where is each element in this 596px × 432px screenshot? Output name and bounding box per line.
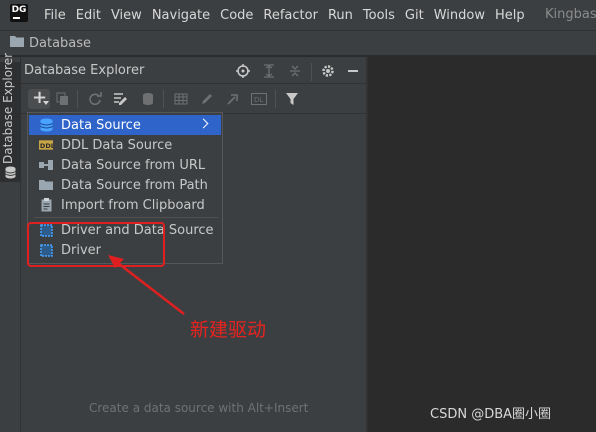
menu-item-data-source-from-path[interactable]: Data Source from Path <box>29 175 221 195</box>
main-menu: File Edit View Navigate Code Refactor Ru… <box>44 0 535 30</box>
gear-icon[interactable] <box>320 63 336 79</box>
data-source-icon <box>39 118 53 132</box>
toolbar-separator <box>311 63 312 81</box>
chevron-down-icon <box>43 101 49 105</box>
svg-text:DL: DL <box>254 96 263 104</box>
menu-window[interactable]: Window <box>434 8 485 23</box>
menu-item-label: Data Source from Path <box>61 177 208 193</box>
filter-icon[interactable] <box>284 91 300 107</box>
breadcrumb: Database <box>0 30 596 56</box>
table-icon[interactable] <box>173 91 189 107</box>
expand-all-icon[interactable] <box>261 63 277 79</box>
jump-to-icon[interactable] <box>225 91 241 107</box>
annotation-label: 新建驱动 <box>190 319 267 341</box>
schema-settings-icon[interactable] <box>113 91 129 107</box>
menu-help[interactable]: Help <box>495 8 525 23</box>
menu-tools[interactable]: Tools <box>363 8 395 23</box>
menu-item-data-source[interactable]: Data Source <box>29 115 221 135</box>
edit-icon[interactable] <box>199 91 215 107</box>
refresh-icon[interactable] <box>87 91 103 107</box>
ddl-view-icon[interactable]: DL <box>251 91 267 107</box>
hide-panel-icon[interactable] <box>345 63 361 79</box>
menu-item-ddl-data-source[interactable]: DDL DDL Data Source <box>29 135 221 155</box>
project-name: Kingbase <box>545 7 596 22</box>
toolbar-separator <box>275 90 276 108</box>
menu-item-import-from-clipboard[interactable]: Import from Clipboard <box>29 195 221 215</box>
menu-code[interactable]: Code <box>220 8 253 23</box>
watermark: CSDN @DBA圈小圈 <box>430 407 552 422</box>
panel-title: Database Explorer <box>24 63 145 78</box>
menu-item-data-source-from-url[interactable]: Data Source from URL <box>29 155 221 175</box>
collapse-all-icon[interactable] <box>287 63 303 79</box>
menu-item-label: Data Source <box>61 117 141 133</box>
disconnect-icon[interactable] <box>140 91 156 107</box>
toolbar-separator <box>77 90 78 108</box>
chevron-right-icon <box>198 118 209 129</box>
menu-navigate[interactable]: Navigate <box>152 8 210 23</box>
breadcrumb-label[interactable]: Database <box>29 36 91 51</box>
database-icon <box>5 166 16 183</box>
menu-run[interactable]: Run <box>328 8 353 23</box>
menu-git[interactable]: Git <box>405 8 424 23</box>
clipboard-icon <box>39 198 53 212</box>
annotation-arrow-icon <box>108 255 185 315</box>
plus-icon: + <box>32 87 48 108</box>
menu-view[interactable]: View <box>111 8 142 23</box>
menu-item-label: Data Source from URL <box>61 157 206 173</box>
ddl-icon: DDL <box>39 138 53 152</box>
folder-icon <box>10 35 24 51</box>
menu-file[interactable]: File <box>44 8 66 23</box>
toolbar-separator <box>163 90 164 108</box>
add-button[interactable]: + <box>28 87 50 109</box>
menu-refactor[interactable]: Refactor <box>263 8 318 23</box>
locate-icon[interactable] <box>235 63 251 79</box>
stripe-label[interactable]: Database Explorer <box>1 53 15 164</box>
menu-edit[interactable]: Edit <box>76 8 101 23</box>
menu-item-label: DDL Data Source <box>61 137 173 153</box>
app-logo: DG <box>10 4 28 22</box>
svg-text:DDL: DDL <box>40 142 53 150</box>
panel-toolbar <box>21 84 366 114</box>
empty-state-hint: Create a data source with Alt+Insert <box>89 401 309 415</box>
menu-separator <box>34 217 218 218</box>
url-icon <box>39 158 53 172</box>
editor-area <box>368 57 596 432</box>
duplicate-icon[interactable] <box>55 91 71 107</box>
folder-icon <box>39 178 53 192</box>
menu-item-label: Import from Clipboard <box>61 197 205 213</box>
